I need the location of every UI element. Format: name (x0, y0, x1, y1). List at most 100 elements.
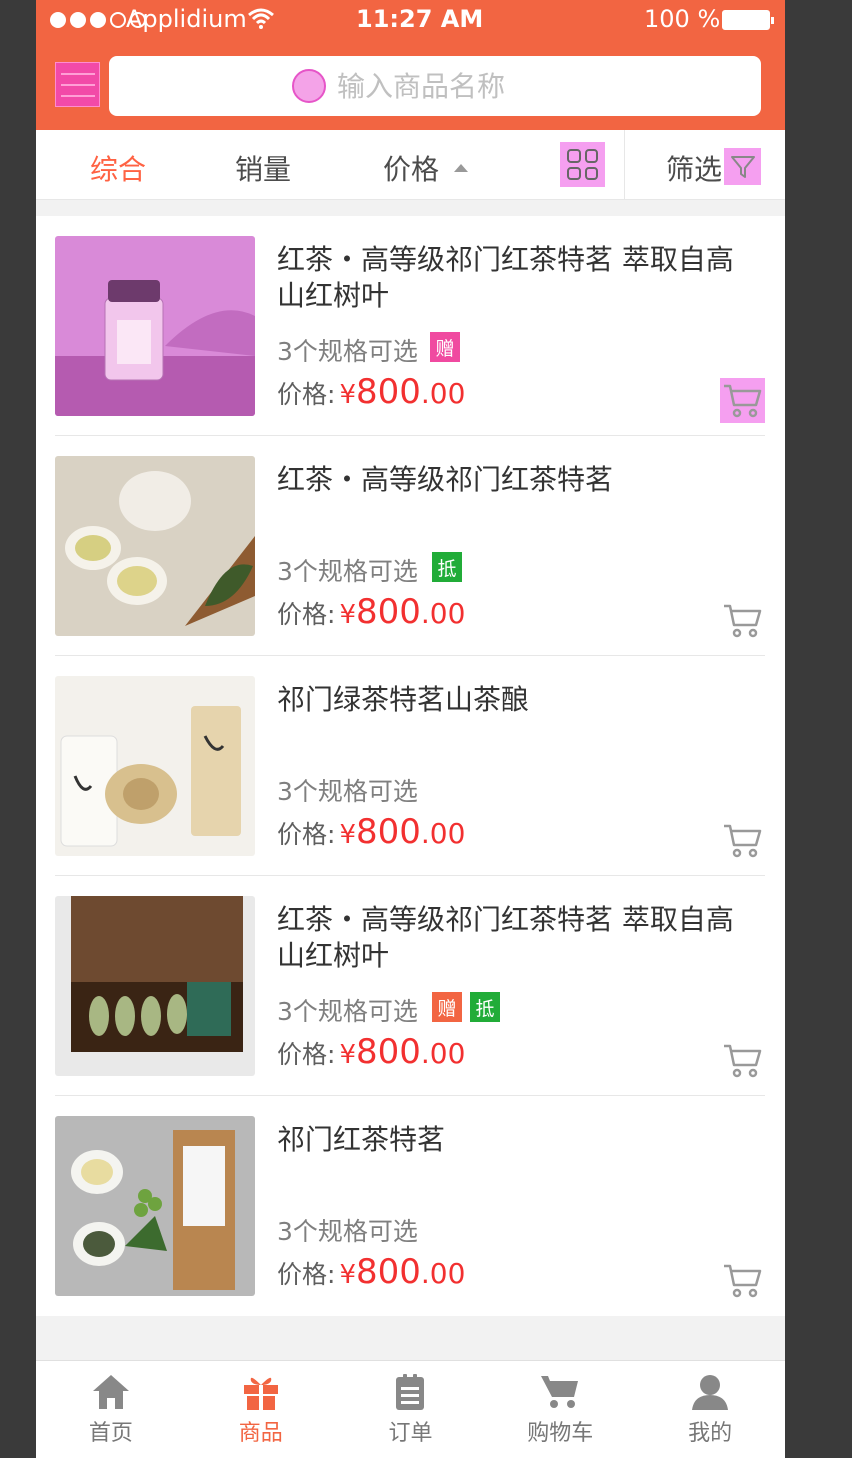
tabbar-label: 我的 (688, 1421, 733, 1446)
tabbar-label: 订单 (388, 1421, 433, 1446)
menu-button[interactable] (55, 62, 100, 107)
add-to-cart-button[interactable] (720, 1038, 765, 1083)
product-item[interactable]: 祁门红茶特茗 3个规格可选 价格: ¥ 800 .00 (36, 1096, 785, 1316)
tab-sales[interactable]: 销量 (235, 148, 291, 188)
spec-count: 3个规格可选 (277, 337, 418, 366)
product-item[interactable]: 红茶・高等级祁门红茶特茗 萃取自高山红树叶 3个规格可选 赠 抵 价格: ¥ 8… (36, 876, 785, 1096)
badges: 赠 (430, 332, 460, 362)
menu-icon (60, 72, 95, 75)
price-label: 价格: (277, 380, 336, 409)
tabbar-item-orders[interactable]: 订单 (336, 1361, 486, 1458)
user-icon (692, 1375, 729, 1410)
tabbar-item-me[interactable]: 我的 (635, 1361, 785, 1458)
currency-symbol: ¥ (339, 1260, 356, 1290)
cart-icon (723, 604, 761, 637)
price-decimal: .00 (420, 1037, 466, 1070)
phone-screen: Applidium 11:27 AM 100 % 综合 销量 价格 筛选 (36, 0, 785, 1458)
currency-symbol: ¥ (339, 1040, 356, 1070)
sort-tabs: 综合 销量 价格 筛选 (36, 130, 785, 200)
clock: 11:27 AM (356, 5, 484, 33)
spec-count: 3个规格可选 (277, 1217, 418, 1246)
product-image[interactable] (55, 896, 255, 1076)
cart-icon (541, 1376, 579, 1408)
product-title[interactable]: 红茶・高等级祁门红茶特茗 萃取自高山红树叶 (277, 902, 757, 974)
tab-price[interactable]: 价格 (383, 148, 439, 188)
wifi-icon (248, 8, 274, 29)
battery-percent: 100 % (644, 5, 721, 33)
price-integer: 800 (355, 812, 421, 852)
offset-badge: 抵 (432, 552, 462, 582)
tabbar-item-home[interactable]: 首页 (36, 1361, 186, 1458)
product-title[interactable]: 祁门绿茶特茗山茶酿 (277, 682, 757, 718)
tabbar-label: 首页 (88, 1421, 133, 1446)
currency-symbol: ¥ (339, 380, 356, 410)
carrier-name: Applidium (126, 5, 247, 33)
spec-count: 3个规格可选 (277, 777, 418, 806)
search-icon (292, 69, 326, 103)
tab-filter[interactable]: 筛选 (666, 148, 722, 188)
tab-divider (624, 130, 625, 200)
price-row: 价格: ¥ 800 .00 (277, 592, 465, 632)
price-row: 价格: ¥ 800 .00 (277, 812, 465, 852)
cart-icon (723, 1044, 761, 1077)
badges: 抵 (432, 552, 462, 582)
product-list: 红茶・高等级祁门红茶特茗 萃取自高山红树叶 3个规格可选 赠 价格: ¥ 800… (36, 216, 785, 1316)
price-decimal: .00 (420, 817, 466, 850)
product-title[interactable]: 红茶・高等级祁门红茶特茗 萃取自高山红树叶 (277, 242, 757, 314)
product-image[interactable] (55, 676, 255, 856)
product-item[interactable]: 红茶・高等级祁门红茶特茗 3个规格可选 抵 价格: ¥ 800 .00 (36, 436, 785, 656)
clipboard-icon (396, 1374, 425, 1410)
spec-count: 3个规格可选 (277, 997, 418, 1026)
product-item[interactable]: 祁门绿茶特茗山茶酿 3个规格可选 价格: ¥ 800 .00 (36, 656, 785, 876)
tabbar-item-products[interactable]: 商品 (186, 1361, 336, 1458)
tabbar-label: 购物车 (527, 1421, 594, 1446)
tab-comprehensive[interactable]: 综合 (90, 148, 146, 188)
add-to-cart-button[interactable] (720, 378, 765, 423)
price-label: 价格: (277, 600, 336, 629)
gift-badge: 赠 (432, 992, 462, 1022)
tabbar-label: 商品 (238, 1421, 283, 1446)
badges: 赠 抵 (432, 992, 500, 1022)
gift-icon (243, 1377, 278, 1410)
price-row: 价格: ¥ 800 .00 (277, 372, 465, 412)
sort-arrow-icon[interactable] (454, 164, 468, 172)
currency-symbol: ¥ (339, 600, 356, 630)
price-label: 价格: (277, 1040, 336, 1069)
price-row: 价格: ¥ 800 .00 (277, 1252, 465, 1292)
cart-icon (723, 824, 761, 857)
price-decimal: .00 (420, 377, 466, 410)
offset-badge: 抵 (470, 992, 500, 1022)
bottom-tab-bar: 首页 商品 订单 购物车 我的 (36, 1360, 785, 1458)
price-integer: 800 (355, 372, 421, 412)
search-header (36, 40, 785, 130)
price-decimal: .00 (420, 597, 466, 630)
price-integer: 800 (355, 1252, 421, 1292)
price-label: 价格: (277, 820, 336, 849)
cart-icon (723, 384, 761, 417)
currency-symbol: ¥ (339, 820, 356, 850)
cart-icon (723, 1264, 761, 1297)
product-title[interactable]: 红茶・高等级祁门红茶特茗 (277, 462, 757, 498)
battery-icon (722, 10, 774, 30)
price-integer: 800 (355, 1032, 421, 1072)
search-box[interactable] (109, 56, 761, 116)
product-title[interactable]: 祁门红茶特茗 (277, 1122, 757, 1158)
product-image[interactable] (55, 456, 255, 636)
price-integer: 800 (355, 592, 421, 632)
home-icon (92, 1375, 129, 1409)
price-label: 价格: (277, 1260, 336, 1289)
grid-view-icon[interactable] (560, 142, 605, 187)
add-to-cart-button[interactable] (720, 818, 765, 863)
price-row: 价格: ¥ 800 .00 (277, 1032, 465, 1072)
tabbar-item-cart[interactable]: 购物车 (485, 1361, 635, 1458)
add-to-cart-button[interactable] (720, 598, 765, 643)
spec-count: 3个规格可选 (277, 557, 418, 586)
add-to-cart-button[interactable] (720, 1258, 765, 1303)
product-image[interactable] (55, 1116, 255, 1296)
status-bar: Applidium 11:27 AM 100 % (36, 0, 785, 40)
search-input[interactable] (337, 66, 717, 106)
product-item[interactable]: 红茶・高等级祁门红茶特茗 萃取自高山红树叶 3个规格可选 赠 价格: ¥ 800… (36, 216, 785, 436)
price-decimal: .00 (420, 1257, 466, 1290)
product-image[interactable] (55, 236, 255, 416)
filter-icon[interactable] (724, 148, 761, 185)
